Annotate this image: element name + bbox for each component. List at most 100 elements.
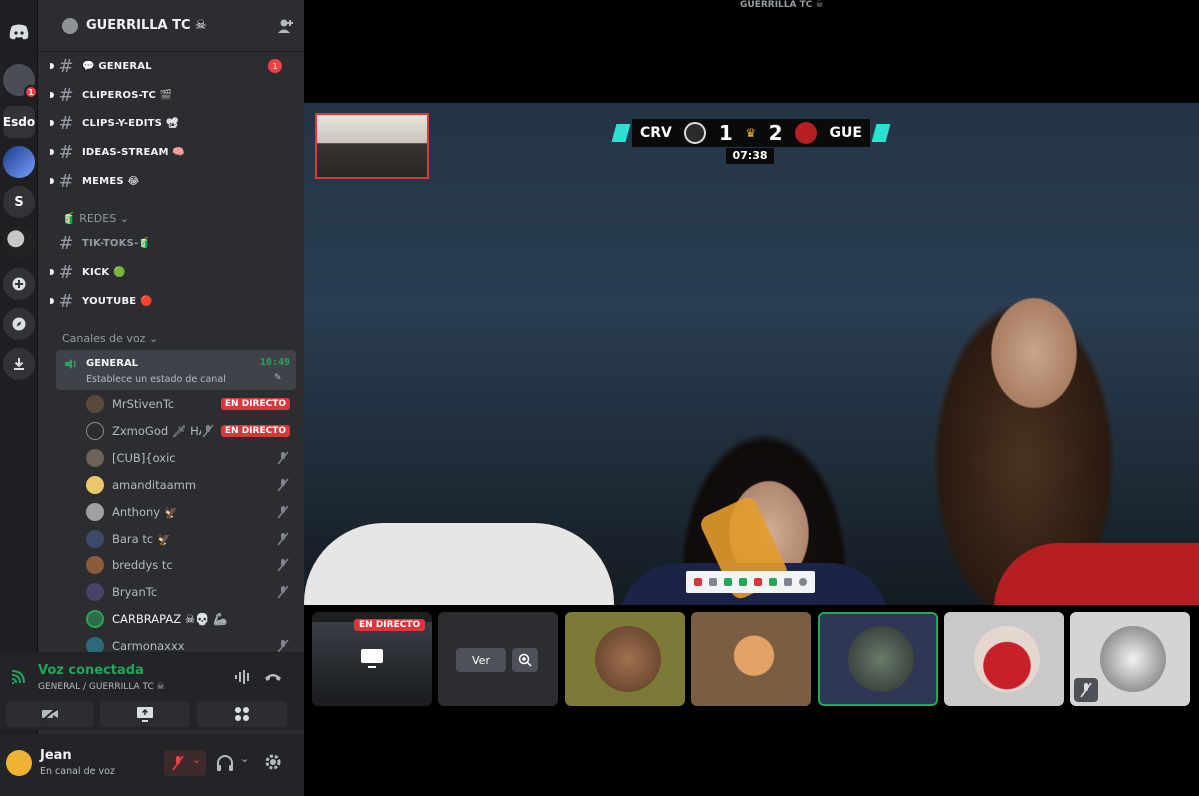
hash-icon: #: [58, 232, 74, 254]
voice-member[interactable]: breddys tc: [86, 554, 296, 576]
channel-youtube[interactable]: # YOUTUBE 🔴: [50, 290, 153, 312]
phone-icon[interactable]: [693, 578, 702, 586]
participant-tile[interactable]: [691, 612, 811, 706]
camera-toggle-button[interactable]: [6, 701, 94, 727]
stream-video[interactable]: [304, 103, 1199, 605]
mic-muted-icon: [172, 755, 184, 771]
avatar[interactable]: [6, 750, 32, 776]
download-apps-button[interactable]: [3, 348, 35, 380]
zoom-in-button[interactable]: [512, 648, 538, 672]
mic-muted-icon: [277, 532, 289, 546]
gear-icon[interactable]: [799, 578, 808, 586]
discord-home-button[interactable]: [3, 16, 35, 48]
score-left: 1: [718, 121, 733, 145]
chevron-down-icon[interactable]: ⌄: [192, 753, 201, 766]
channel-tik-toks[interactable]: # TIK-TOKS-🧃: [56, 232, 151, 254]
voice-member[interactable]: CARBRAPAZ ☠💀 🦾: [86, 608, 296, 630]
mic-icon[interactable]: [738, 578, 747, 586]
watch-stream-button[interactable]: Ver: [456, 648, 506, 672]
add-member-icon[interactable]: [276, 17, 294, 35]
member-name: Carmonaxxx: [112, 639, 185, 653]
mic-muted-icon: [277, 585, 289, 599]
channel-ideas-stream[interactable]: # IDEAS-STREAM 🧠: [50, 141, 185, 163]
avatar: [86, 530, 104, 548]
avatar: [86, 422, 104, 440]
screen-share-button[interactable]: [100, 701, 190, 727]
channel-general[interactable]: # 💬 GENERAL 1: [50, 55, 296, 77]
channel-kick[interactable]: # KICK 🟢: [50, 261, 126, 283]
participant-tile[interactable]: [818, 612, 938, 706]
avatar: [86, 395, 104, 413]
expand-icon[interactable]: [784, 578, 793, 586]
download-icon: [14, 358, 24, 370]
category-voice[interactable]: Canales de voz ⌄: [62, 332, 158, 345]
scoreboard-accent: [611, 124, 631, 142]
hash-icon: #: [58, 170, 74, 192]
server-icon-moon[interactable]: [3, 226, 35, 258]
zoom-in-icon: [518, 653, 532, 667]
channel-clips-y-edits[interactable]: # CLIPS-Y-EDITS 📽: [50, 112, 179, 134]
mute-mic-button[interactable]: ⌄: [164, 750, 206, 776]
chevron-down-icon[interactable]: ⌄: [240, 752, 249, 765]
channel-memes[interactable]: # MEMES 😂: [50, 170, 139, 192]
member-name: CARBRAPAZ ☠💀 🦾: [112, 612, 228, 626]
speaker-icon: [65, 359, 76, 369]
match-clock: 07:38: [726, 148, 774, 164]
category-redes[interactable]: 🧃 REDES ⌄: [62, 212, 129, 225]
window-icon[interactable]: [769, 578, 778, 586]
channel-clipheros[interactable]: # CLIPEROS-TC 🎬: [50, 84, 172, 106]
headphones-icon[interactable]: [216, 754, 234, 772]
participant-tile[interactable]: Ver: [438, 612, 558, 706]
channel-name: KICK 🟢: [82, 266, 126, 278]
username[interactable]: Jean: [40, 748, 72, 763]
participant-tile[interactable]: [1070, 612, 1190, 706]
voice-member[interactable]: amanditaamm: [86, 474, 296, 496]
voice-connected-title: Voz conectada: [38, 663, 144, 678]
gear-icon[interactable]: [264, 753, 282, 771]
participant-tile[interactable]: EN DIRECTO: [312, 612, 432, 706]
channel-status-prompt[interactable]: Establece un estado de canal: [86, 374, 226, 385]
member-name: Anthony 🦅: [112, 505, 179, 519]
voice-member[interactable]: ZxmoGod 🗡 HA EN DIRECTO: [86, 420, 296, 442]
team-left-crest-icon: [684, 122, 707, 144]
avatar: [86, 449, 104, 467]
chat-icon[interactable]: [708, 578, 717, 586]
server-icon-esdo[interactable]: Esdo: [3, 106, 35, 138]
voice-member[interactable]: Bara tc 🦅: [86, 528, 296, 550]
noise-suppression-icon[interactable]: [234, 669, 252, 685]
channel-name: 💬 GENERAL: [82, 60, 152, 72]
picture-in-picture[interactable]: [315, 113, 429, 179]
server-icon-s[interactable]: S: [3, 186, 35, 218]
screen-icon[interactable]: [754, 578, 763, 586]
camera-icon[interactable]: [723, 578, 732, 586]
server-icon-3[interactable]: [3, 146, 35, 178]
video-figure: [304, 523, 614, 605]
voice-member[interactable]: MrStivenTc EN DIRECTO: [86, 393, 296, 415]
add-server-button[interactable]: [3, 268, 35, 300]
disconnect-icon[interactable]: [264, 671, 282, 683]
explore-button[interactable]: [3, 308, 35, 340]
live-badge: EN DIRECTO: [220, 425, 290, 437]
scoreboard-accent: [871, 124, 891, 142]
voice-member[interactable]: BryanTc: [86, 581, 296, 603]
avatar: [974, 626, 1040, 692]
screen-share-icon: [361, 649, 383, 668]
signal-icon[interactable]: [10, 669, 26, 685]
avatar: [86, 610, 104, 628]
voice-connection-panel: Voz conectada GENERAL / GUERRILLA TC ☠: [0, 652, 304, 730]
pencil-icon[interactable]: ✎: [274, 373, 282, 383]
voice-member[interactable]: Anthony 🦅: [86, 501, 296, 523]
voice-connected-subtitle[interactable]: GENERAL / GUERRILLA TC ☠: [38, 682, 165, 692]
server-header[interactable]: GUERRILLA TC ☠: [38, 0, 304, 52]
mic-muted-icon: [277, 478, 289, 492]
server-unread-badge: 1: [24, 85, 38, 99]
activities-button[interactable]: [197, 701, 287, 727]
voice-channel-general[interactable]: GENERAL 10:49 Establece un estado de can…: [56, 350, 296, 390]
member-name: breddys tc: [112, 558, 173, 572]
media-controls[interactable]: [686, 571, 815, 593]
screen-share-icon: [137, 707, 153, 722]
participant-tile[interactable]: [565, 612, 685, 706]
server-icon-1[interactable]: 1: [3, 64, 38, 99]
voice-member[interactable]: [CUB]{oxic: [86, 447, 296, 469]
participant-tile[interactable]: [944, 612, 1064, 706]
